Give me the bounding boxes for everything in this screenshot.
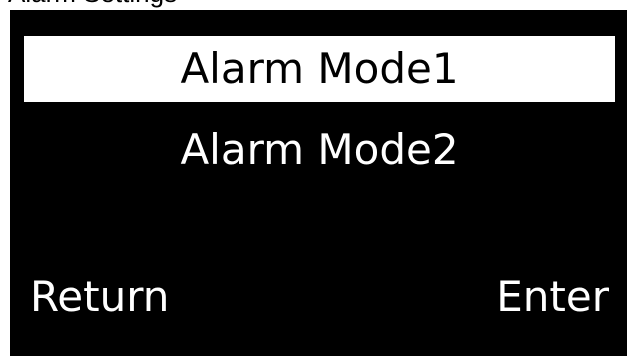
return-button[interactable]: Return xyxy=(30,276,169,318)
enter-button[interactable]: Enter xyxy=(496,276,609,318)
menu-item-alarm-mode-1[interactable]: Alarm Mode1 xyxy=(24,36,615,102)
top-strip: Alarm Settings xyxy=(0,0,627,10)
menu-item-label: Alarm Mode1 xyxy=(180,44,459,93)
menu-item-label: Alarm Mode2 xyxy=(180,125,459,174)
header-partial-text: Alarm Settings xyxy=(8,0,177,9)
menu-item-alarm-mode-2[interactable]: Alarm Mode2 xyxy=(24,117,615,183)
lcd-screen: Alarm Mode1 Alarm Mode2 Return Enter xyxy=(10,10,627,356)
